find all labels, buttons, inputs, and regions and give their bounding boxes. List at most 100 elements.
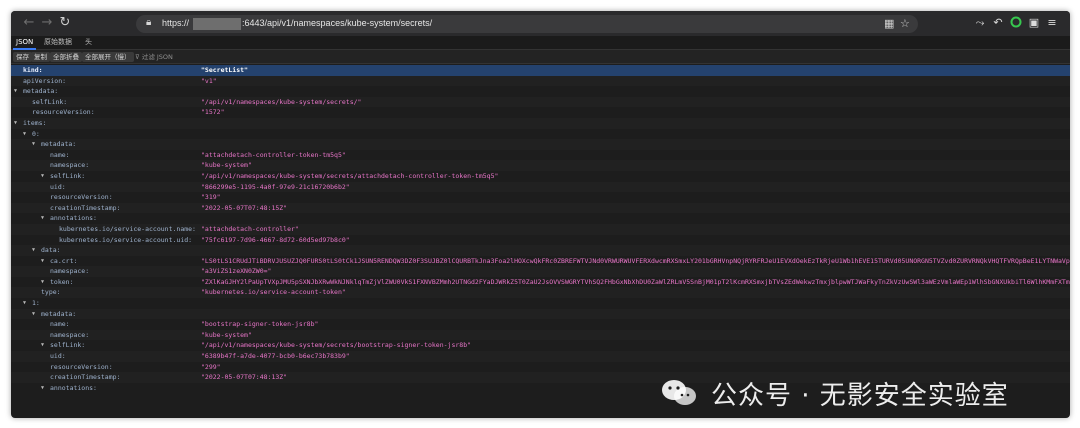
json-row[interactable]: ▼ metadata: <box>11 86 1070 97</box>
expand-toggle-icon[interactable]: ▼ <box>23 298 26 309</box>
expand-toggle-icon[interactable]: ▼ <box>14 118 17 129</box>
json-key: namespace: <box>50 267 90 276</box>
json-row[interactable]: namespace: "kube-system" <box>11 160 1070 171</box>
json-row[interactable]: apiVersion: "v1" <box>11 75 1070 87</box>
json-key: annotations: <box>50 383 97 392</box>
collapse-all-button[interactable]: 全部折叠 <box>50 52 82 62</box>
url-prefix: https:// <box>162 18 190 28</box>
json-key: namespace: <box>50 161 90 170</box>
expand-toggle-icon[interactable]: ▼ <box>23 129 26 140</box>
json-row[interactable]: creationTimestamp: "2022-05-07T07:48:15Z" <box>11 202 1070 214</box>
filter-icon: ⊽ <box>135 53 142 61</box>
forward-icon[interactable]: → <box>39 15 55 31</box>
json-value: "/api/v1/namespaces/kube-system/secrets/… <box>201 97 362 106</box>
menu-icon[interactable]: ≡ <box>1045 16 1059 30</box>
expand-toggle-icon[interactable]: ▼ <box>41 256 44 267</box>
json-key: name: <box>50 150 70 159</box>
undo-icon[interactable]: ↶ <box>991 16 1005 30</box>
json-key: resourceVersion: <box>50 362 113 371</box>
json-row[interactable]: name: "bootstrap-signer-token-jsr8b" <box>11 319 1070 330</box>
json-key: kind: <box>23 66 43 74</box>
expand-toggle-icon[interactable]: ▼ <box>32 139 35 150</box>
json-key: resourceVersion: <box>32 108 95 117</box>
json-row[interactable]: resourceVersion: "1572" <box>11 107 1070 118</box>
json-value: "v1" <box>201 76 217 85</box>
json-row[interactable]: ▼ token: "ZXlKaGJHY2lPaUpTVXpJMU5pSXNJbXRw… <box>11 277 1070 288</box>
tab-headers[interactable]: 头 <box>82 37 95 48</box>
json-row[interactable]: namespace: "kube-system" <box>11 329 1070 341</box>
lock-icon: 🔒︎ <box>146 17 152 28</box>
copy-button[interactable]: 复制 <box>31 52 50 62</box>
json-row[interactable]: ▼ metadata: <box>11 308 1070 320</box>
reload-icon[interactable]: ↻ <box>57 15 73 31</box>
json-key: 1: <box>32 299 40 308</box>
extension-icon[interactable]: ⤳ <box>973 16 987 30</box>
url-bar[interactable]: 🔒︎ https:// :6443/api/v1/namespaces/kube… <box>136 15 918 33</box>
expand-all-button[interactable]: 全部展开（慢） <box>82 52 134 62</box>
json-key: uid: <box>50 352 66 361</box>
json-row[interactable]: ▼ ca.crt: "LS0tLS1CRUdJTiBDRVJUSUZJQ0FURS0… <box>11 256 1070 267</box>
json-row[interactable]: ▼ items: <box>11 117 1070 129</box>
json-row[interactable]: namespace: "a3ViZS1zeXN0ZW0=" <box>11 266 1070 277</box>
json-row[interactable]: uid: "866299e5-1195-4a0f-97e9-21c16720b6b… <box>11 181 1070 193</box>
json-value: "bootstrap-signer-token-jsr8b" <box>201 320 319 329</box>
viewer-tabs: JSON 原始数据 头 <box>11 36 1070 50</box>
json-row[interactable]: selfLink: "/api/v1/namespaces/kube-system… <box>11 96 1070 108</box>
json-value: "2022-05-07T07:48:15Z" <box>201 203 288 212</box>
json-row[interactable]: kubernetes.io/service-account.uid: "75fc6… <box>11 235 1070 246</box>
watermark: 公众号 · 无影安全实验室 <box>661 373 1009 413</box>
json-row[interactable]: resourceVersion: "319" <box>11 192 1070 203</box>
json-tree: kind: "SecretList" apiVersion: "v1" ▼ metadat… <box>11 65 1070 418</box>
json-value: "SecretList" <box>201 66 248 74</box>
json-row[interactable]: name: "attachdetach-controller-token-tm5q… <box>11 150 1070 161</box>
expand-toggle-icon[interactable]: ▼ <box>41 383 44 394</box>
json-row[interactable]: ▼ selfLink: "/api/v1/namespaces/kube-syste… <box>11 340 1070 351</box>
json-row[interactable]: resourceVersion: "299" <box>11 362 1070 373</box>
json-row[interactable]: ▼ data: <box>11 245 1070 256</box>
expand-toggle-icon[interactable]: ▼ <box>41 171 44 182</box>
status-dot-icon[interactable] <box>1009 16 1023 30</box>
json-value: "ZXlKaGJHY2lPaUpTVXpJMU5pSXNJbXRwWkNJNkl… <box>201 277 1070 286</box>
filter-json-input[interactable]: ⊽ 过滤 JSON <box>135 52 173 62</box>
browser-toolbar: ← → ↻ 🔒︎ https:// :6443/api/v1/namespace… <box>11 11 1070 36</box>
tab-raw-data[interactable]: 原始数据 <box>41 37 75 48</box>
bookmark-star-icon[interactable]: ☆ <box>900 17 910 30</box>
json-row[interactable]: ▼ 0: <box>11 129 1070 140</box>
json-key: metadata: <box>41 309 77 318</box>
json-key: metadata: <box>41 140 77 149</box>
json-row[interactable]: uid: "6389b47f-a7de-4077-bcb0-b6ec73b783b… <box>11 351 1070 362</box>
json-value: "319" <box>201 193 221 202</box>
json-value: "/api/v1/namespaces/kube-system/secrets/… <box>201 341 472 350</box>
expand-toggle-icon[interactable]: ▼ <box>41 277 44 288</box>
expand-toggle-icon[interactable]: ▼ <box>41 213 44 224</box>
json-value: "866299e5-1195-4a0f-97e9-21c16720b6b2" <box>201 182 350 191</box>
json-key: resourceVersion: <box>50 193 113 202</box>
extension-box-icon[interactable]: ▣ <box>1027 16 1041 30</box>
json-row[interactable]: ▼ 1: <box>11 298 1070 309</box>
json-row[interactable]: kubernetes.io/service-account.name: "atta… <box>11 223 1070 235</box>
save-button[interactable]: 保存 <box>13 52 32 62</box>
json-row[interactable]: kind: "SecretList" <box>11 65 1070 76</box>
json-value: "kubernetes.io/service-account-token" <box>201 288 346 297</box>
back-icon[interactable]: ← <box>21 15 37 31</box>
json-row[interactable]: type: "kubernetes.io/service-account-toke… <box>11 287 1070 299</box>
json-value: "attachdetach-controller-token-tm5q5" <box>201 150 346 159</box>
json-key: token: <box>50 277 74 286</box>
tab-json[interactable]: JSON <box>13 37 37 50</box>
json-row[interactable]: ▼ metadata: <box>11 139 1070 150</box>
json-row[interactable]: ▼ annotations: <box>11 213 1070 224</box>
expand-toggle-icon[interactable]: ▼ <box>14 86 17 97</box>
expand-toggle-icon[interactable]: ▼ <box>32 309 35 320</box>
expand-toggle-icon[interactable]: ▼ <box>32 245 35 256</box>
json-value: "kube-system" <box>201 330 252 339</box>
expand-toggle-icon[interactable]: ▼ <box>41 340 44 351</box>
qr-code-icon[interactable]: ▦ <box>884 17 894 30</box>
json-key: uid: <box>50 182 66 191</box>
json-key: selfLink: <box>32 97 68 106</box>
json-value: "2022-05-07T07:48:13Z" <box>201 373 288 382</box>
json-row[interactable]: ▼ selfLink: "/api/v1/namespaces/kube-syste… <box>11 171 1070 182</box>
json-value: "a3ViZS1zeXN0ZW0=" <box>201 267 272 276</box>
json-key: name: <box>50 320 70 329</box>
filter-placeholder: 过滤 JSON <box>141 53 173 61</box>
json-value: "attachdetach-controller" <box>201 224 299 233</box>
